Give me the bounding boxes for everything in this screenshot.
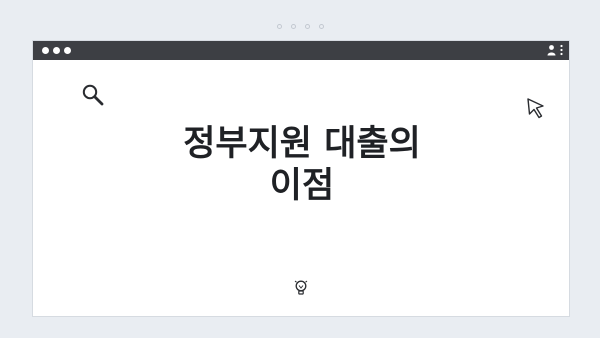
cursor-icon (527, 98, 544, 119)
pagination-dot (290, 24, 296, 29)
window-control-dot[interactable] (53, 47, 60, 54)
page-title-line: 이점 (269, 166, 335, 206)
pagination-dots (0, 24, 600, 29)
window-controls (42, 47, 71, 54)
page-title-line: 정부지원 대출의 (183, 124, 421, 164)
page-title: 정부지원 대출의 이점 (33, 123, 571, 207)
lightbulb-icon (294, 280, 308, 295)
user-icon[interactable] (547, 44, 556, 56)
search-icon (82, 84, 104, 106)
kebab-menu-icon[interactable] (560, 44, 563, 56)
window-titlebar (33, 41, 569, 60)
window-control-dot[interactable] (64, 47, 71, 54)
titlebar-actions (547, 44, 563, 56)
pagination-dot (276, 24, 282, 29)
browser-window: 정부지원 대출의 이점 (32, 40, 570, 317)
window-control-dot[interactable] (42, 47, 49, 54)
pagination-dot (304, 24, 310, 29)
pagination-dot (318, 24, 324, 29)
